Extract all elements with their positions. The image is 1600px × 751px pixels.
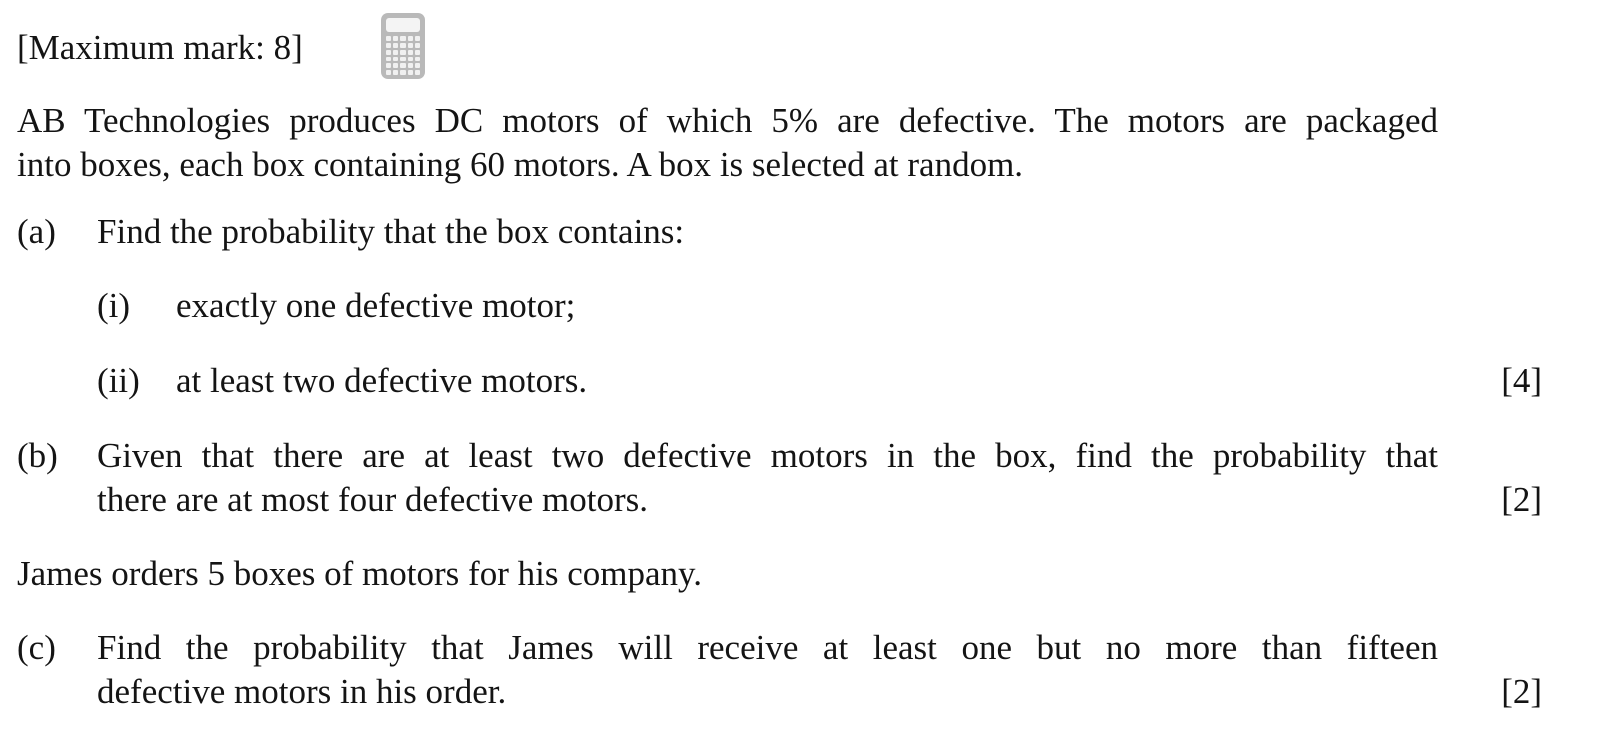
part-a-text: Find the probability that the box contai… [97, 212, 685, 251]
max-mark-label: [Maximum mark: 8] [17, 28, 303, 67]
intro-line-1: AB Technologies produces DC motors of wh… [17, 101, 1438, 140]
part-b-line-1: Given that there are at least two defect… [97, 436, 1438, 475]
part-a-i-label: (i) [97, 286, 131, 325]
calculator-icon [381, 13, 425, 79]
part-a-ii-label: (ii) [97, 361, 140, 400]
part-b-label: (b) [17, 436, 58, 475]
part-c-line-1: Find the probability that James will rec… [97, 628, 1438, 667]
part-b-line-2: there are at most four defective motors. [97, 480, 649, 519]
part-c-line-2: defective motors in his order. [97, 672, 507, 711]
part-a-marks: [4] [1501, 361, 1542, 400]
middle-statement: James orders 5 boxes of motors for his c… [17, 554, 702, 593]
intro-line-2: into boxes, each box containing 60 motor… [17, 145, 1024, 184]
part-c-marks: [2] [1501, 672, 1542, 711]
part-c-label: (c) [17, 628, 56, 667]
part-b-marks: [2] [1501, 480, 1542, 519]
part-a-i-text: exactly one defective motor; [176, 286, 576, 325]
part-a-label: (a) [17, 212, 56, 251]
part-a-ii-text: at least two defective motors. [176, 361, 588, 400]
